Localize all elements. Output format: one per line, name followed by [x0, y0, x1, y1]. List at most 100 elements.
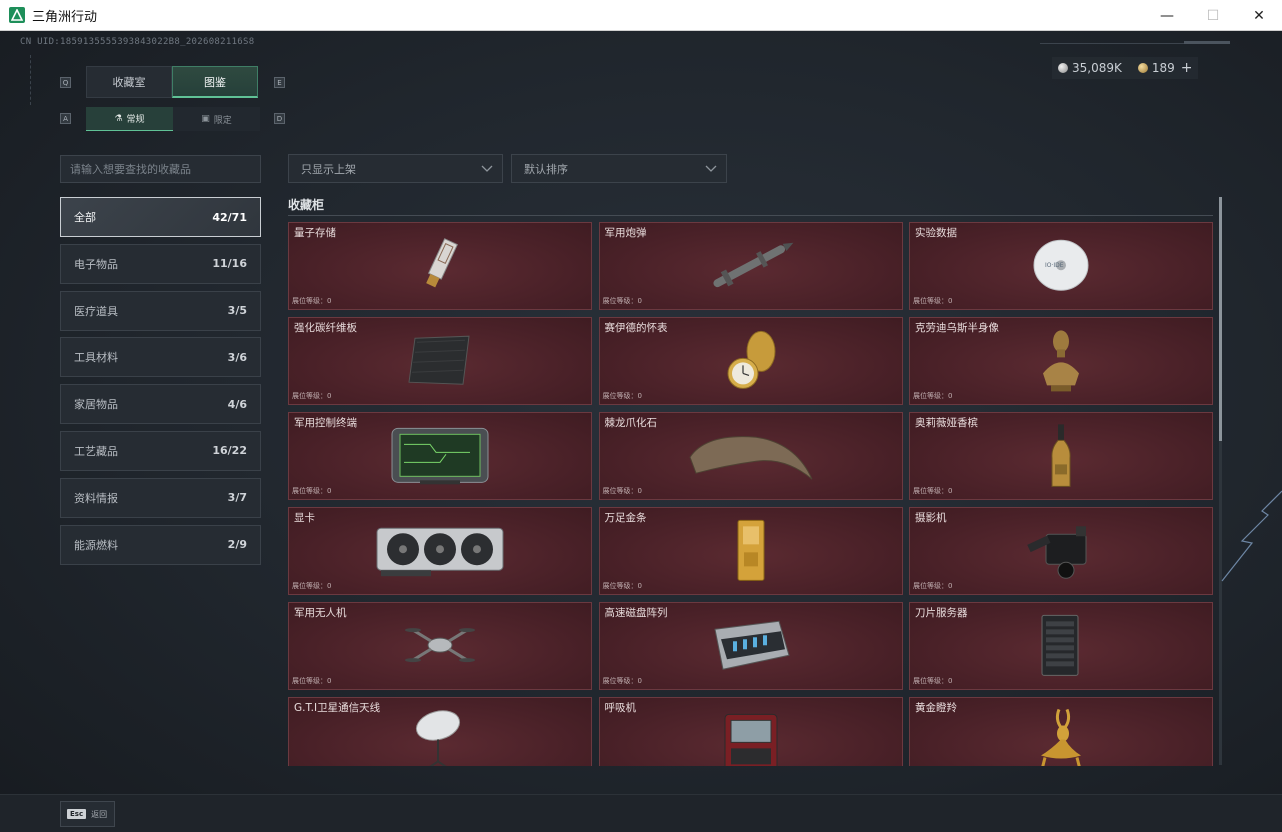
collection-card[interactable]: 军用控制终端 展位等级：0: [288, 412, 592, 500]
category-crafts[interactable]: 工艺藏品 16/22: [60, 430, 261, 471]
cabinet-title: 收藏柜: [288, 198, 325, 212]
category-label: 家居物品: [74, 398, 118, 412]
bust-icon: [1039, 327, 1083, 397]
close-button[interactable]: ✕: [1236, 0, 1282, 31]
missile-icon: [701, 235, 801, 299]
sort-value: 默认排序: [524, 162, 568, 176]
subtab-regular[interactable]: ⚗ 常规: [86, 107, 173, 131]
collection-card[interactable]: 强化碳纤维板 展位等级：0: [288, 317, 592, 405]
tab-collection-room[interactable]: 收藏室: [86, 66, 172, 98]
decor-bar-top: [1184, 41, 1230, 44]
item-name: 刀片服务器: [915, 607, 968, 619]
category-all[interactable]: 全部 42/71: [60, 197, 261, 237]
subtab-limited-label: 限定: [213, 115, 232, 126]
limited-icon: ▣: [201, 114, 210, 124]
collection-card[interactable]: 棘龙爪化石 展位等级：0: [598, 412, 903, 500]
category-label: 电子物品: [74, 257, 118, 271]
user-uid: CN UID:1859135555393843022B8_2026082116S…: [20, 37, 255, 47]
item-name: 摄影机: [915, 512, 947, 524]
item-level: 展位等级：0: [602, 297, 642, 305]
sub-tabs: ⚗ 常规 ▣ 限定: [86, 107, 260, 131]
collection-card[interactable]: 赛伊德的怀表 展位等级：0: [598, 317, 903, 405]
item-level: 展位等级：0: [913, 582, 953, 590]
add-currency-button[interactable]: +: [1181, 60, 1193, 76]
search-input[interactable]: [70, 162, 251, 176]
item-name: 高速磁盘阵列: [604, 607, 668, 619]
collection-card[interactable]: 克劳迪乌斯半身像 展位等级：0: [909, 317, 1213, 405]
gazelle-icon: [1031, 705, 1091, 766]
main-tabs: 收藏室 图鉴: [86, 66, 258, 98]
server-icon: [1038, 613, 1084, 681]
item-name: 强化碳纤维板: [294, 322, 357, 334]
cabinet-grid: 量子存储 展位等级：0 军用炮弹 展位等级：0 实验数据 IO·IDE 展位等级…: [288, 222, 1214, 766]
esc-key-icon: Esc: [67, 809, 87, 819]
item-level: 展位等级：0: [602, 487, 642, 495]
cabinet-grid-viewport: 量子存储 展位等级：0 军用炮弹 展位等级：0 实验数据 IO·IDE 展位等级…: [288, 222, 1214, 766]
item-name: G.T.I卫星通信天线: [294, 702, 381, 714]
category-count: 3/5: [227, 304, 247, 318]
item-level: 展位等级：0: [292, 582, 332, 590]
item-name: 量子存储: [294, 227, 336, 239]
category-electronics[interactable]: 电子物品 11/16: [60, 243, 261, 284]
disk-array-icon: [709, 615, 793, 679]
divider: [288, 215, 1213, 216]
collection-card[interactable]: 奥莉薇娅香槟 展位等级：0: [909, 412, 1213, 500]
chevron-down-icon: [481, 165, 493, 172]
category-label: 能源燃料: [74, 538, 118, 552]
item-name: 黄金瞪羚: [915, 702, 957, 714]
scrollbar-thumb[interactable]: [1219, 197, 1222, 441]
tab-catalog[interactable]: 图鉴: [172, 66, 258, 98]
collection-card[interactable]: 军用无人机 展位等级：0: [288, 602, 592, 690]
item-name: 军用无人机: [294, 607, 347, 619]
collection-card[interactable]: 显卡 展位等级：0: [288, 507, 592, 595]
satellite-dish-icon: [410, 705, 470, 766]
collection-card[interactable]: G.T.I卫星通信天线: [288, 697, 592, 766]
silver-currency: 35,089K: [1058, 61, 1122, 75]
collection-card[interactable]: 黄金瞪羚: [909, 697, 1213, 766]
item-level: 展位等级：0: [913, 392, 953, 400]
usb-drive-icon: [420, 235, 460, 299]
collection-card[interactable]: 呼吸机: [598, 697, 903, 766]
window-title: 三角洲行动: [32, 9, 98, 25]
search-box[interactable]: [60, 155, 261, 183]
category-intel[interactable]: 资料情报 3/7: [60, 477, 261, 518]
collection-card[interactable]: 实验数据 IO·IDE 展位等级：0: [909, 222, 1213, 310]
category-label: 医疗道具: [74, 304, 118, 318]
terminal-icon: [390, 424, 490, 490]
collection-card[interactable]: 量子存储 展位等级：0: [288, 222, 592, 310]
app-logo-icon: [9, 7, 25, 23]
minimize-button[interactable]: —: [1144, 0, 1190, 31]
chevron-down-icon: [705, 165, 717, 172]
sort-dropdown[interactable]: 默认排序: [511, 154, 727, 183]
subtab-limited[interactable]: ▣ 限定: [173, 107, 260, 131]
item-level: 展位等级：0: [913, 487, 953, 495]
item-name: 万足金条: [604, 512, 647, 524]
camera-icon: [1026, 520, 1096, 584]
maximize-button[interactable]: ☐: [1190, 0, 1236, 31]
collection-card[interactable]: 军用炮弹 展位等级：0: [598, 222, 903, 310]
gold-coin-icon: [1137, 63, 1148, 73]
lightning-decor-icon: [1221, 490, 1282, 582]
category-medical[interactable]: 医疗道具 3/5: [60, 290, 261, 331]
category-tools[interactable]: 工具材料 3/6: [60, 337, 261, 378]
silver-coin-icon: [1058, 63, 1068, 73]
item-name: 实验数据: [915, 227, 957, 239]
collection-card[interactable]: 刀片服务器 展位等级：0: [909, 602, 1213, 690]
gold-amount: 189: [1151, 61, 1175, 75]
claw-fossil-icon: [686, 427, 816, 487]
collection-card[interactable]: 万足金条 展位等级：0: [598, 507, 903, 595]
category-household[interactable]: 家居物品 4/6: [60, 384, 261, 425]
item-level: 展位等级：0: [913, 677, 953, 685]
pocket-watch-icon: [721, 327, 781, 397]
collection-card[interactable]: 高速磁盘阵列 展位等级：0: [598, 602, 903, 690]
category-count: 42/71: [212, 210, 247, 224]
collection-card[interactable]: 摄影机 展位等级：0: [909, 507, 1213, 595]
shelf-filter-dropdown[interactable]: 只显示上架: [288, 154, 503, 183]
item-level: 展位等级：0: [292, 297, 332, 305]
item-level: 展位等级：0: [292, 392, 332, 400]
back-button[interactable]: Esc 返回: [60, 801, 115, 827]
item-level: 展位等级：0: [602, 392, 642, 400]
category-energy[interactable]: 能源燃料 2/9: [60, 524, 261, 565]
item-level: 展位等级：0: [602, 677, 642, 685]
item-level: 展位等级：0: [292, 487, 332, 495]
